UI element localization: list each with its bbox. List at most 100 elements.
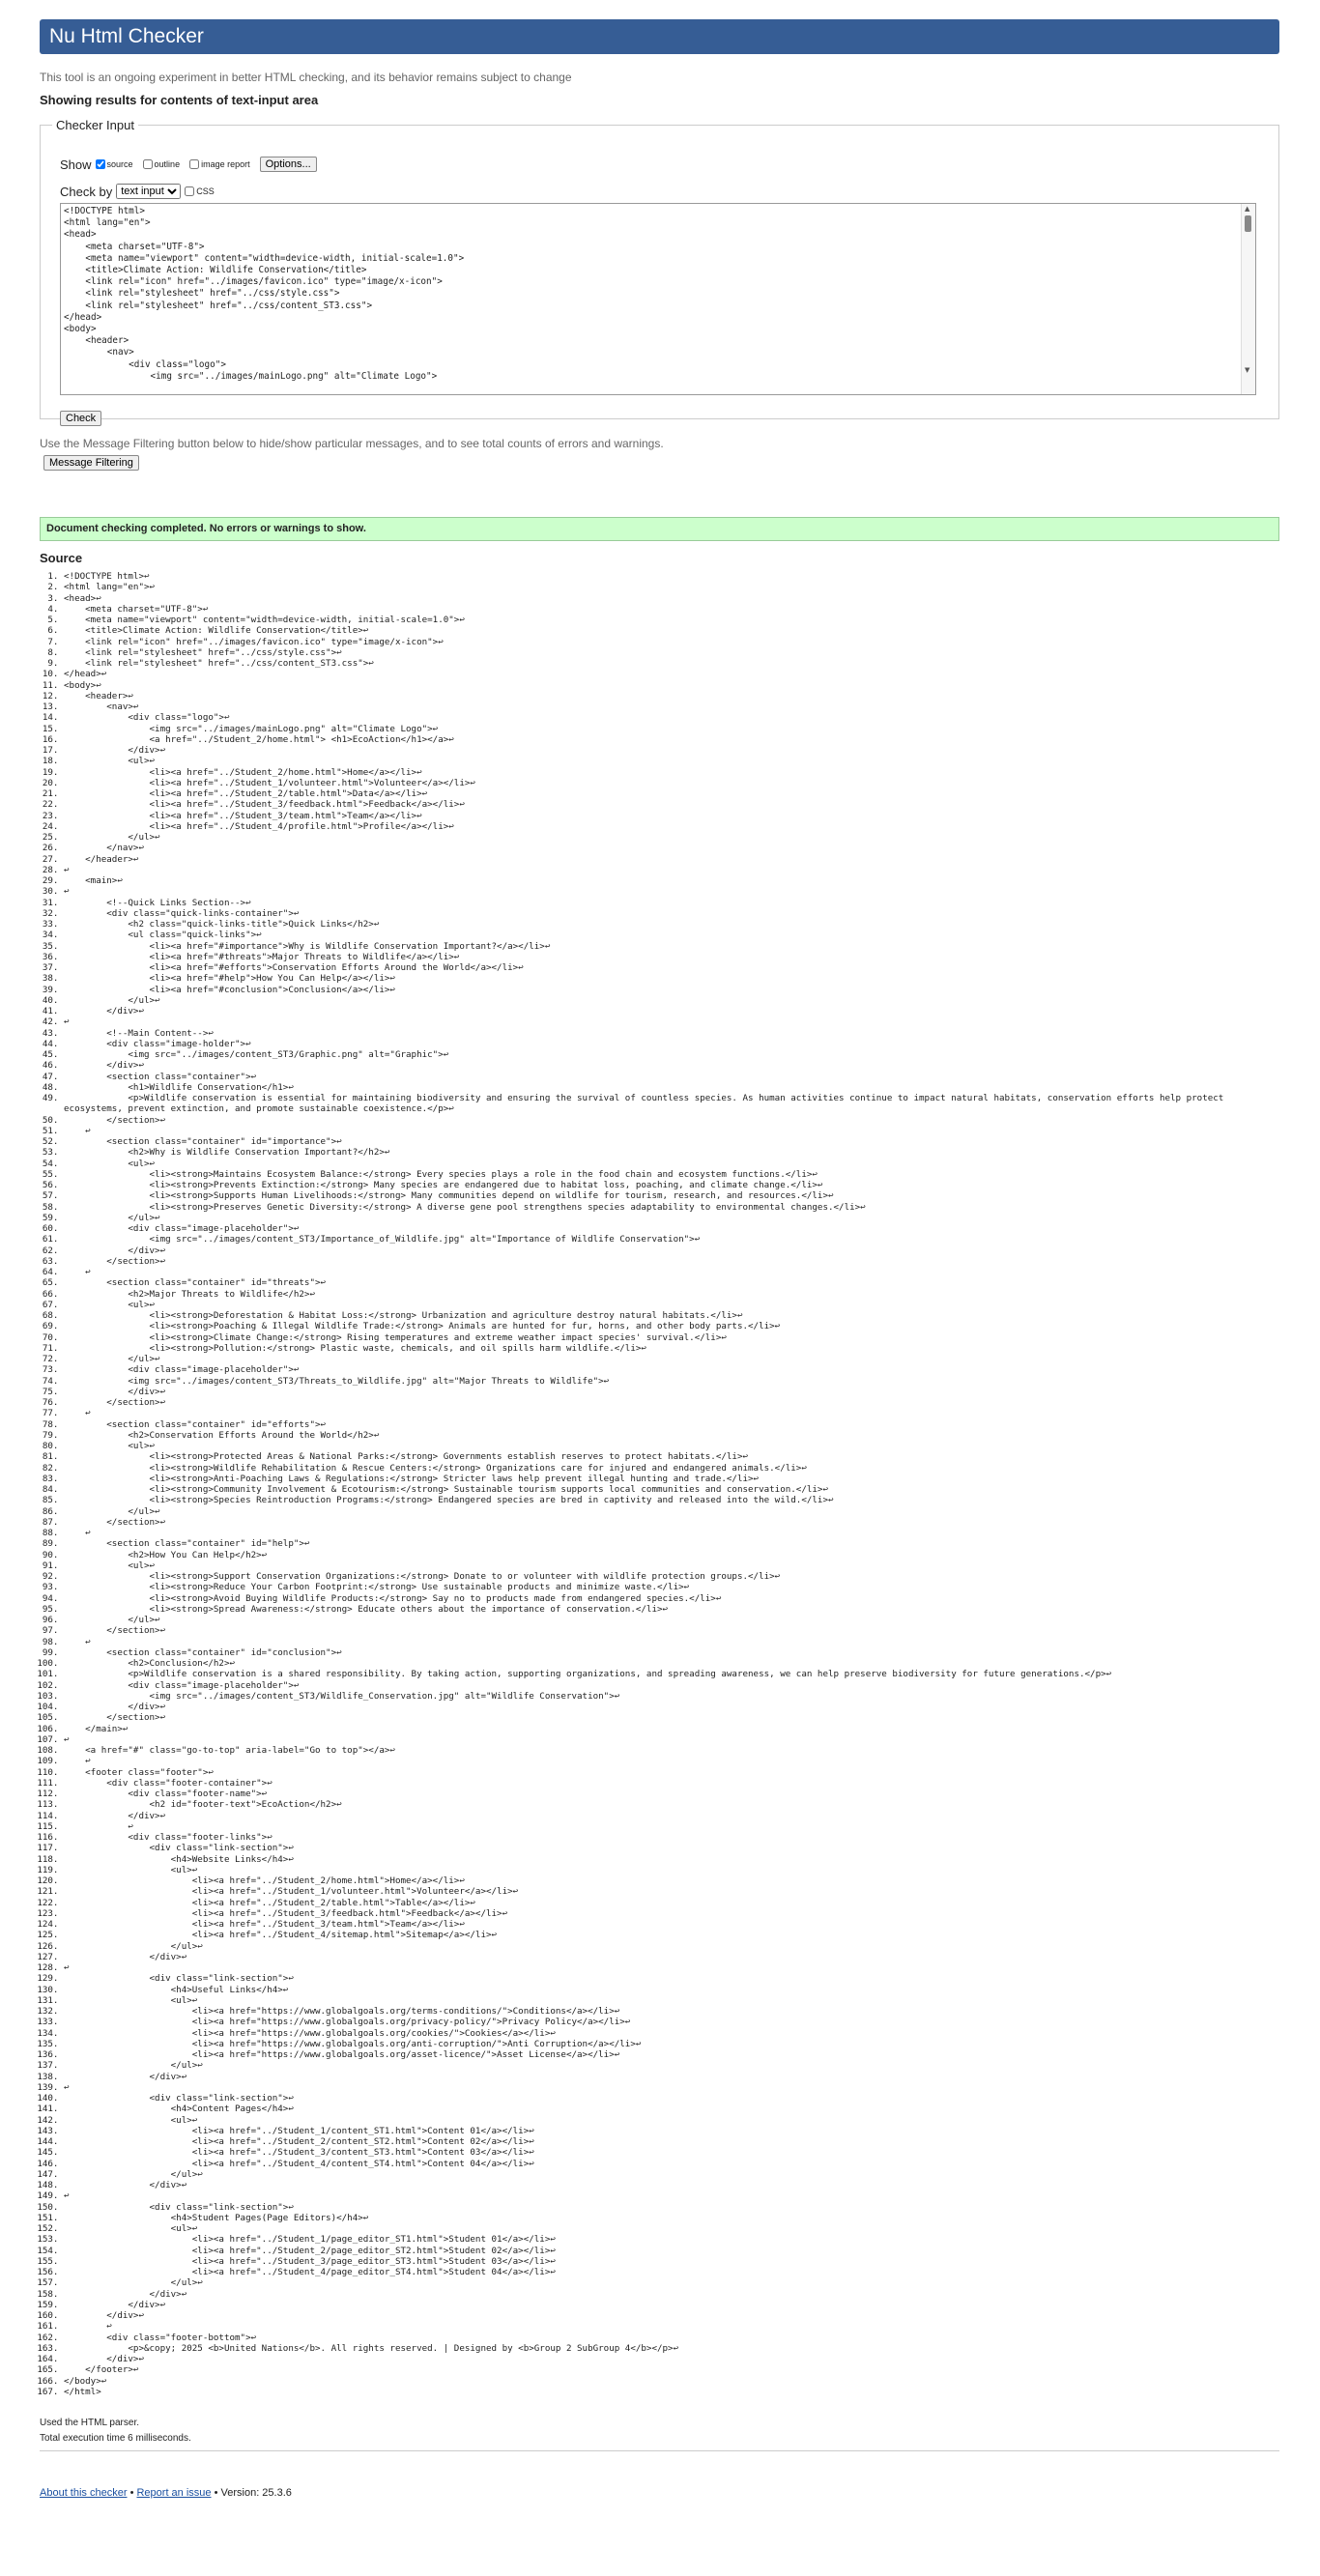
source-line: <li><a href="../Student_4/sitemap.html">… [64, 1930, 1279, 1940]
source-line: <li><strong>Preserves Genetic Diversity:… [64, 1202, 1279, 1213]
execution-time: Total execution time 6 milliseconds. [40, 2433, 191, 2444]
source-line: <div class="footer-container">↩ [64, 1778, 1279, 1789]
source-line: ↩ [64, 2082, 1279, 2093]
source-line: <li><a href="https://www.globalgoals.org… [64, 2039, 1279, 2049]
source-line: </body>↩ [64, 2376, 1279, 2387]
source-line: </div>↩ [64, 1387, 1279, 1397]
source-line: <h4>Content Pages</h4>↩ [64, 2104, 1279, 2114]
source-line: <li><a href="../Student_2/content_ST2.ht… [64, 2136, 1279, 2147]
source-line: </ul>↩ [64, 1213, 1279, 1223]
source-line: <h2>Major Threats to Wildlife</h2>↩ [64, 1289, 1279, 1300]
source-line: <section class="container" id="importanc… [64, 1136, 1279, 1147]
source-line: <head>↩ [64, 593, 1279, 604]
scroll-thumb[interactable] [1245, 215, 1251, 232]
source-line: </div>↩ [64, 2310, 1279, 2321]
source-line: </section>↩ [64, 1397, 1279, 1408]
source-line: <li><strong>Wildlife Rehabilitation & Re… [64, 1463, 1279, 1474]
filter-note: Use the Message Filtering button below t… [40, 437, 664, 450]
css-option[interactable]: CSS [185, 186, 215, 196]
source-line: <body>↩ [64, 680, 1279, 691]
source-line: </div>↩ [64, 1006, 1279, 1016]
message-filtering-button[interactable]: Message Filtering [43, 455, 139, 471]
link-separator: • [129, 2487, 134, 2499]
source-line: </ul>↩ [64, 1354, 1279, 1364]
source-line: </main>↩ [64, 1724, 1279, 1734]
source-line: </div>↩ [64, 1702, 1279, 1712]
source-line: <li><strong>Support Conservation Organiz… [64, 1571, 1279, 1582]
source-line: </section>↩ [64, 1256, 1279, 1267]
source-line: <li><a href="https://www.globalgoals.org… [64, 2017, 1279, 2027]
source-line: <li><a href="#importance">Why is Wildlif… [64, 941, 1279, 952]
source-line: ↩ [64, 1408, 1279, 1418]
success-message: Document checking completed. No errors o… [40, 517, 1279, 541]
source-line: <section class="container" id="threats">… [64, 1277, 1279, 1288]
outline-checkbox[interactable] [142, 159, 153, 169]
source-line: </div>↩ [64, 2180, 1279, 2190]
source-line: </ul>↩ [64, 2277, 1279, 2288]
source-line: <h4>Student Pages(Page Editors)</h4>↩ [64, 2213, 1279, 2223]
source-line: </section>↩ [64, 1625, 1279, 1636]
source-line: </ul>↩ [64, 2169, 1279, 2180]
source-line: <div class="link-section">↩ [64, 1973, 1279, 1984]
source-line: <section class="container" id="conclusio… [64, 1647, 1279, 1658]
source-line: ↩ [64, 1734, 1279, 1745]
source-line: </nav>↩ [64, 843, 1279, 853]
source-line: <li><strong>Reduce Your Carbon Footprint… [64, 1582, 1279, 1592]
source-line: <header>↩ [64, 691, 1279, 701]
source-line: <section class="container" id="help">↩ [64, 1538, 1279, 1549]
show-label: Show [60, 157, 92, 172]
source-line: <html lang="en">↩ [64, 582, 1279, 592]
source-line: </div>↩ [64, 2300, 1279, 2310]
source-line: </div>↩ [64, 2289, 1279, 2300]
source-line: <div class="image-placeholder">↩ [64, 1364, 1279, 1375]
source-line: <div class="image-holder">↩ [64, 1039, 1279, 1049]
source-line: <div class="footer-name">↩ [64, 1789, 1279, 1799]
source-line: <img src="../images/content_ST3/Threats_… [64, 1376, 1279, 1387]
source-line: </div>↩ [64, 1060, 1279, 1071]
source-line: <div class="image-placeholder">↩ [64, 1223, 1279, 1234]
check-button[interactable]: Check [60, 411, 102, 426]
image-report-option[interactable]: image report [189, 159, 250, 169]
source-line: <li><strong>Deforestation & Habitat Loss… [64, 1310, 1279, 1321]
scroll-down-icon[interactable]: ▼ [1245, 366, 1249, 374]
source-line: <!DOCTYPE html>↩ [64, 571, 1279, 582]
source-line: </div>↩ [64, 2354, 1279, 2364]
source-textarea[interactable]: <!DOCTYPE html> <html lang="en"> <head> … [60, 203, 1256, 395]
source-line: <ul>↩ [64, 2223, 1279, 2234]
source-line: <ul>↩ [64, 756, 1279, 766]
source-line: <h2>Conclusion</h2>↩ [64, 1658, 1279, 1669]
options-button[interactable]: Options... [259, 157, 317, 172]
source-line: <h2>Conservation Efforts Around the Worl… [64, 1430, 1279, 1441]
source-line: <link rel="stylesheet" href="../css/styl… [64, 647, 1279, 658]
source-line: <p>Wildlife conservation is essential fo… [64, 1093, 1279, 1115]
check-by-row: Check by text input CSS [60, 184, 215, 199]
source-line: </div>↩ [64, 1245, 1279, 1256]
source-line: <li><a href="../Student_1/content_ST1.ht… [64, 2126, 1279, 2136]
source-line: <li><strong>Avoid Buying Wildlife Produc… [64, 1593, 1279, 1604]
outline-option[interactable]: outline [142, 159, 180, 169]
source-line: </section>↩ [64, 1115, 1279, 1126]
source-line: <li><a href="../Student_2/table.html">Ta… [64, 1898, 1279, 1908]
source-line: <!--Main Content-->↩ [64, 1028, 1279, 1039]
source-heading: Source [40, 551, 83, 565]
check-by-select[interactable]: text input [116, 184, 182, 199]
report-issue-link[interactable]: Report an issue [136, 2487, 211, 2499]
source-option[interactable]: source [95, 159, 133, 169]
source-line: ↩ [64, 1756, 1279, 1766]
source-line: <li><a href="https://www.globalgoals.org… [64, 2049, 1279, 2060]
checker-input-fieldset: Checker Input Show source outline image … [40, 118, 1279, 426]
source-line: <ul>↩ [64, 1441, 1279, 1451]
image-report-checkbox[interactable] [189, 159, 200, 169]
source-line: <li><a href="#threats">Major Threats to … [64, 952, 1279, 962]
source-line: <li><a href="../Student_2/home.html">Hom… [64, 767, 1279, 778]
about-checker-link[interactable]: About this checker [40, 2487, 128, 2499]
parser-note: Used the HTML parser. [40, 2418, 140, 2428]
scroll-up-icon[interactable]: ▲ [1245, 205, 1249, 213]
source-line: </div>↩ [64, 1811, 1279, 1821]
source-line: ↩ [64, 1821, 1279, 1832]
source-line: <title>Climate Action: Wildlife Conserva… [64, 625, 1279, 636]
css-checkbox[interactable] [185, 186, 195, 196]
textarea-scrollbar[interactable]: ▲ ▼ [1241, 204, 1255, 394]
source-checkbox[interactable] [95, 159, 105, 169]
source-line: <div class="quick-links-container">↩ [64, 908, 1279, 919]
